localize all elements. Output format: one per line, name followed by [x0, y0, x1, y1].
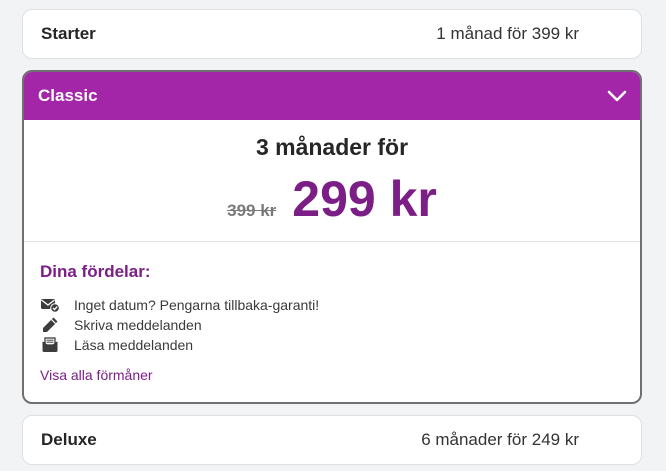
- old-price: 399 kr: [227, 201, 277, 220]
- inbox-open-icon: [40, 335, 60, 355]
- chevron-down-icon[interactable]: [606, 85, 628, 107]
- offer-period: 3 månader för: [255, 134, 409, 160]
- benefits-title: Dina fördelar:: [40, 262, 151, 281]
- benefit-label: Inget datum? Pengarna tillbaka-garanti!: [74, 297, 320, 313]
- benefit-label: Skriva meddelanden: [74, 317, 202, 333]
- plan-classic-header[interactable]: Classic: [24, 72, 640, 120]
- see-all-benefits-link[interactable]: Visa alla förmåner: [40, 367, 153, 383]
- pencil-icon: [40, 315, 60, 335]
- plan-classic-offer: 3 månader för 399 kr 299 kr: [24, 120, 640, 242]
- envelope-check-icon: [40, 295, 60, 315]
- plan-starter-name: Starter: [41, 24, 96, 43]
- plan-deluxe-name: Deluxe: [41, 430, 97, 449]
- plan-deluxe-row[interactable]: Deluxe 6 månader för 249 kr: [23, 416, 641, 464]
- plan-starter[interactable]: Starter 1 månad för 399 kr: [22, 9, 642, 59]
- offer-prices: 399 kr 299 kr: [24, 170, 640, 228]
- benefit-item: Inget datum? Pengarna tillbaka-garanti!: [40, 295, 624, 315]
- plan-deluxe-price: 6 månader för 249 kr: [421, 430, 579, 449]
- plan-starter-row[interactable]: Starter 1 månad för 399 kr: [23, 10, 641, 58]
- new-price: 299 kr: [292, 171, 437, 227]
- benefit-item: Skriva meddelanden: [40, 315, 624, 335]
- benefit-item: Läsa meddelanden: [40, 335, 624, 355]
- benefit-label: Läsa meddelanden: [74, 337, 194, 353]
- plan-deluxe[interactable]: Deluxe 6 månader för 249 kr: [22, 415, 642, 465]
- plan-classic: Classic 3 månader för 399 kr 299 kr Dina…: [22, 70, 642, 404]
- plan-classic-name: Classic: [38, 86, 98, 105]
- plan-starter-price: 1 månad för 399 kr: [436, 24, 579, 43]
- benefits-section: Dina fördelar: Inget datum? Pengarna til…: [24, 242, 640, 385]
